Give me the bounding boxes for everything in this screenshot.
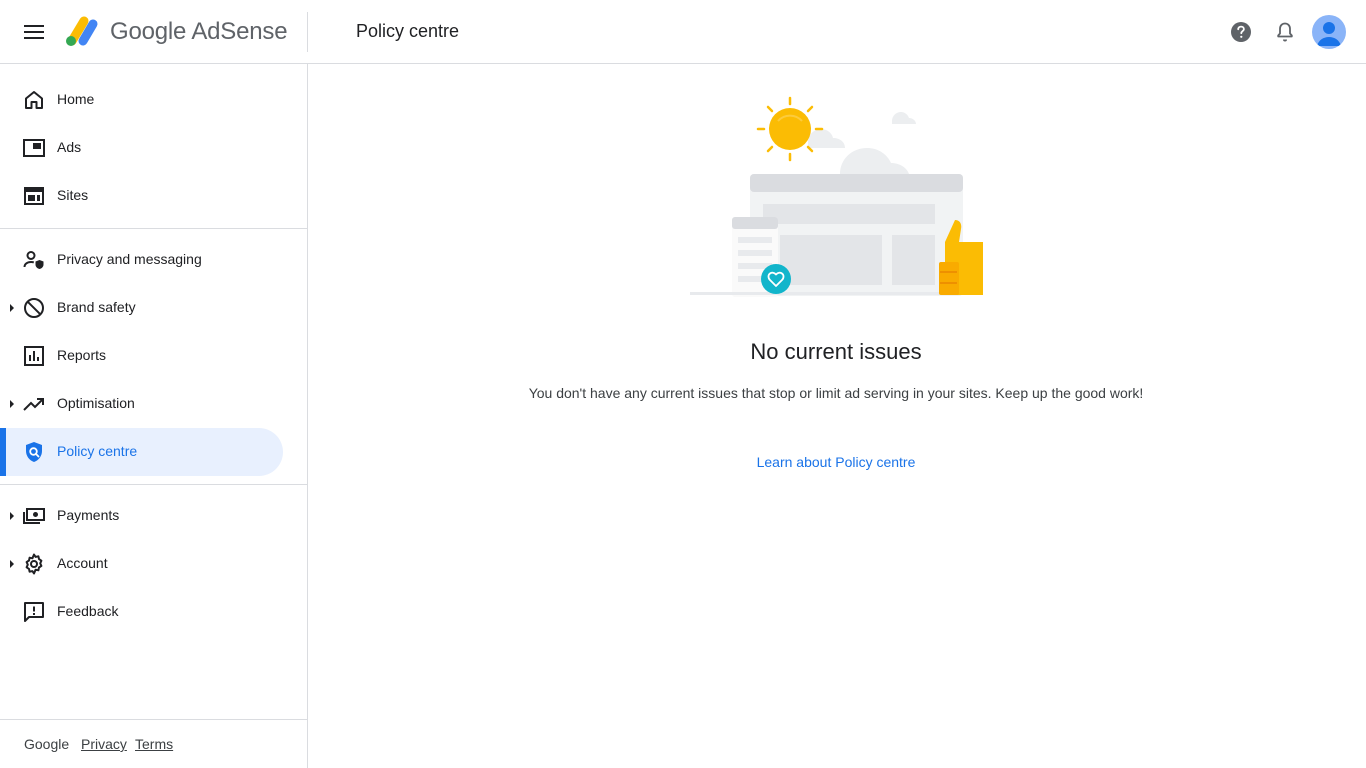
sites-icon	[24, 187, 44, 205]
help-button[interactable]	[1225, 16, 1257, 48]
sidebar-item-label: Feedback	[57, 603, 119, 619]
sidebar-item-reports[interactable]: Reports	[0, 332, 283, 380]
sidebar-item-label: Policy centre	[57, 443, 138, 459]
trending-up-icon	[23, 398, 44, 411]
block-icon	[24, 298, 44, 318]
sidebar-item-label: Home	[57, 91, 95, 107]
sidebar-item-optimisation[interactable]: Optimisation	[0, 380, 283, 428]
policy-shield-icon	[26, 442, 42, 462]
ads-icon	[23, 139, 45, 157]
sidebar-item-label: Brand safety	[57, 299, 136, 315]
sidebar-item-label: Ads	[57, 139, 82, 155]
footer-google-label: Google	[24, 736, 70, 752]
avatar-icon	[1317, 22, 1341, 46]
sidebar-item-sites[interactable]: Sites	[0, 172, 283, 220]
sidebar-item-payments[interactable]: Payments	[0, 492, 283, 540]
expand-caret-icon	[10, 560, 14, 568]
no-issues-illustration	[690, 96, 983, 297]
top-app-bar: Google AdSense Policy centre	[0, 0, 1366, 64]
account-avatar-button[interactable]	[1312, 15, 1346, 49]
sidebar-item-privacy-and-messaging[interactable]: Privacy and messaging	[0, 236, 283, 284]
terms-link[interactable]: Terms	[135, 736, 173, 752]
sidebar-item-policy-centre[interactable]: Policy centre	[0, 428, 283, 476]
main-menu-button[interactable]	[14, 12, 54, 52]
payments-icon	[23, 508, 45, 524]
privacy-person-icon	[23, 251, 44, 269]
sidebar-divider	[0, 228, 307, 229]
sidebar-item-label: Sites	[57, 187, 89, 203]
gear-icon	[25, 553, 43, 575]
sidebar-item-home[interactable]: Home	[0, 76, 283, 124]
expand-caret-icon	[10, 512, 14, 520]
learn-about-policy-centre-link[interactable]: Learn about Policy centre	[636, 454, 1036, 470]
sidebar-item-account[interactable]: Account	[0, 540, 283, 588]
empty-state-description: You don't have any current issues that s…	[528, 385, 1144, 401]
help-icon	[1231, 22, 1251, 42]
bar-chart-icon	[24, 346, 44, 366]
sidebar-item-label: Optimisation	[57, 395, 135, 411]
notifications-button[interactable]	[1269, 16, 1301, 48]
page-title: Policy centre	[356, 21, 460, 41]
sidebar-divider	[0, 484, 307, 485]
empty-state-title: No current issues	[750, 339, 922, 364]
header-divider	[307, 12, 308, 52]
menu-icon	[24, 25, 44, 39]
brand-name: Google AdSense	[110, 18, 288, 45]
privacy-link[interactable]: Privacy	[81, 736, 127, 752]
sidebar-item-label: Account	[57, 555, 108, 571]
sidebar-item-label: Privacy and messaging	[57, 251, 202, 267]
sidebar-item-label: Reports	[57, 347, 107, 363]
sidebar-item-ads[interactable]: Ads	[0, 124, 283, 172]
adsense-logo-icon	[66, 16, 98, 46]
sidebar-item-label: Payments	[57, 507, 120, 523]
sidebar: Home Ads Sites Privacy and messaging Bra…	[0, 64, 308, 768]
feedback-icon	[24, 602, 44, 622]
expand-caret-icon	[10, 304, 14, 312]
home-icon	[25, 91, 43, 109]
sidebar-item-feedback[interactable]: Feedback	[0, 588, 283, 636]
expand-caret-icon	[10, 400, 14, 408]
sidebar-item-brand-safety[interactable]: Brand safety	[0, 284, 283, 332]
sidebar-footer: Google Privacy Terms	[0, 719, 307, 768]
bell-icon	[1277, 22, 1293, 42]
